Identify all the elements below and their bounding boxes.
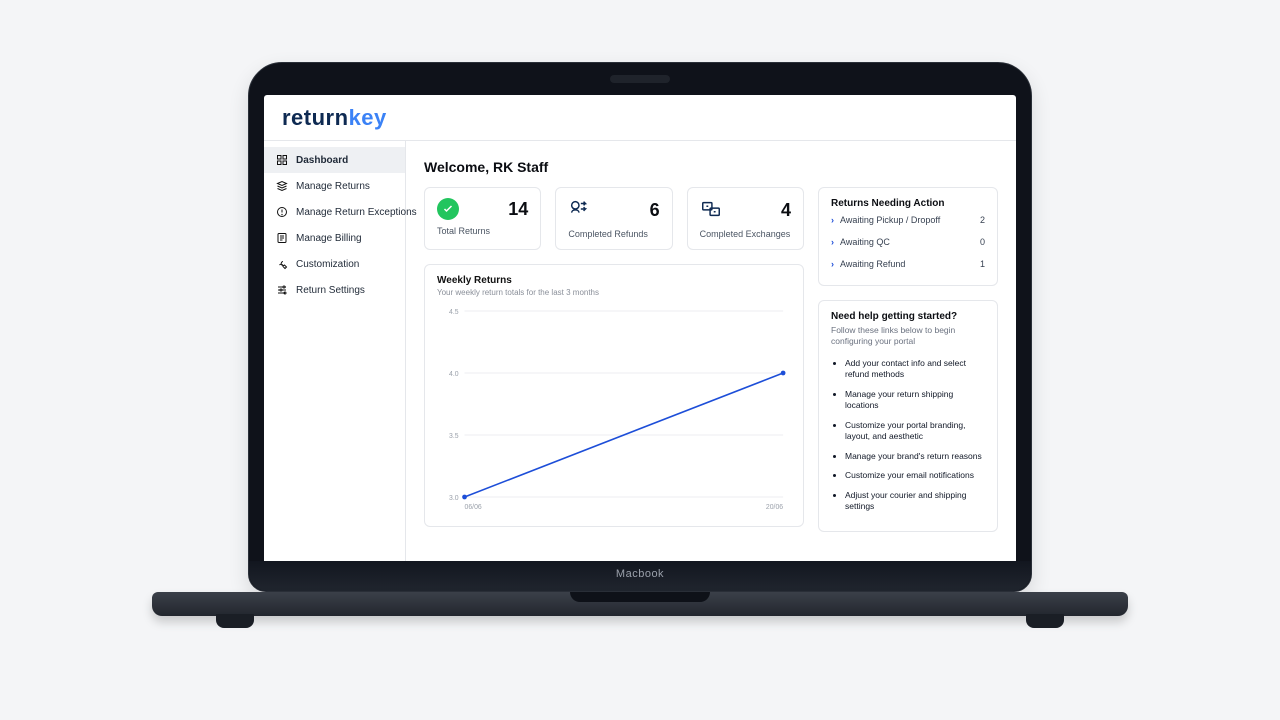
brand-logo: returnkey: [282, 105, 387, 131]
help-list: Add your contact info and select refund …: [845, 358, 985, 513]
exchange-icon: [700, 198, 722, 223]
chart-subtitle: Your weekly return totals for the last 3…: [437, 288, 791, 297]
sidebar-item-return-settings[interactable]: Return Settings: [264, 277, 405, 303]
stat-label: Total Returns: [437, 226, 528, 236]
stat-label: Completed Exchanges: [700, 229, 791, 239]
action-count: 1: [980, 259, 985, 269]
page-title: Welcome, RK Staff: [424, 159, 998, 175]
laptop-base: [152, 592, 1128, 634]
chevron-right-icon: ›: [831, 259, 834, 269]
action-label: Awaiting Pickup / Dropoff: [840, 215, 940, 225]
help-link-shipping[interactable]: Manage your return shipping locations: [845, 389, 985, 412]
stat-total-returns: 14 Total Returns: [424, 187, 541, 250]
action-awaiting-refund[interactable]: › Awaiting Refund 1: [831, 253, 985, 275]
sidebar-item-label: Customization: [296, 259, 359, 270]
panel-title: Need help getting started?: [831, 311, 985, 322]
chart-title: Weekly Returns: [437, 275, 791, 286]
returns-icon: [276, 180, 288, 192]
weekly-returns-card: Weekly Returns Your weekly return totals…: [424, 264, 804, 527]
stat-label: Completed Refunds: [568, 229, 659, 239]
app-root: returnkey Dashboard: [264, 95, 1016, 569]
refund-icon: [568, 198, 590, 223]
app-body: Dashboard Manage Returns Manage Return E…: [264, 141, 1016, 569]
grid-icon: [276, 154, 288, 166]
svg-text:20/06: 20/06: [766, 504, 783, 511]
stat-value: 4: [781, 200, 791, 221]
right-column: Returns Needing Action › Awaiting Pickup …: [818, 187, 998, 532]
sidebar-item-manage-billing[interactable]: Manage Billing: [264, 225, 405, 251]
sidebar-item-label: Dashboard: [296, 155, 348, 166]
action-count: 2: [980, 215, 985, 225]
stat-value: 6: [650, 200, 660, 221]
sidebar-item-return-exceptions[interactable]: Manage Return Exceptions: [264, 199, 405, 225]
action-label: Awaiting QC: [840, 237, 890, 247]
action-awaiting-pickup[interactable]: › Awaiting Pickup / Dropoff 2: [831, 209, 985, 231]
main-content: Welcome, RK Staff 14: [406, 141, 1016, 569]
exceptions-icon: [276, 206, 288, 218]
panel-subtitle: Follow these links below to begin config…: [831, 325, 985, 348]
action-awaiting-qc[interactable]: › Awaiting QC 0: [831, 231, 985, 253]
sidebar-item-customization[interactable]: Customization: [264, 251, 405, 277]
help-link-branding[interactable]: Customize your portal branding, layout, …: [845, 420, 985, 443]
wrench-icon: [276, 258, 288, 270]
laptop-label: Macbook: [616, 568, 664, 580]
laptop-frame: returnkey Dashboard: [248, 62, 1032, 592]
sidebar: Dashboard Manage Returns Manage Return E…: [264, 141, 406, 569]
svg-text:3.5: 3.5: [449, 433, 459, 440]
sidebar-item-manage-returns[interactable]: Manage Returns: [264, 173, 405, 199]
laptop-notch: [610, 75, 670, 83]
app-screen: returnkey Dashboard: [264, 95, 1016, 569]
svg-text:3.0: 3.0: [449, 495, 459, 502]
check-circle-icon: [437, 198, 459, 220]
stat-completed-exchanges: 4 Completed Exchanges: [687, 187, 804, 250]
svg-text:06/06: 06/06: [465, 504, 482, 511]
action-label: Awaiting Refund: [840, 259, 905, 269]
help-link-contact[interactable]: Add your contact info and select refund …: [845, 358, 985, 381]
sidebar-item-dashboard[interactable]: Dashboard: [264, 147, 405, 173]
help-link-courier[interactable]: Adjust your courier and shipping setting…: [845, 490, 985, 513]
stat-completed-refunds: 6 Completed Refunds: [555, 187, 672, 250]
billing-icon: [276, 232, 288, 244]
stats-row: 14 Total Returns: [424, 187, 804, 250]
panel-title: Returns Needing Action: [831, 198, 985, 209]
brand-part1: return: [282, 105, 349, 130]
sidebar-item-label: Manage Returns: [296, 181, 370, 192]
help-link-emails[interactable]: Customize your email notifications: [845, 470, 985, 481]
sidebar-item-label: Manage Billing: [296, 233, 362, 244]
returns-needing-action-card: Returns Needing Action › Awaiting Pickup …: [818, 187, 998, 286]
topbar: returnkey: [264, 95, 1016, 141]
action-count: 0: [980, 237, 985, 247]
laptop-chin: Macbook: [249, 561, 1031, 591]
getting-started-card: Need help getting started? Follow these …: [818, 300, 998, 532]
svg-text:4.0: 4.0: [449, 371, 459, 378]
help-link-reasons[interactable]: Manage your brand's return reasons: [845, 451, 985, 462]
svg-text:4.5: 4.5: [449, 309, 459, 316]
sliders-icon: [276, 284, 288, 296]
brand-part2: key: [349, 105, 387, 130]
weekly-returns-chart: 3.0 3.5 4.0 4.5 06/06 20/06: [437, 305, 791, 515]
sidebar-item-label: Return Settings: [296, 285, 365, 296]
sidebar-item-label: Manage Return Exceptions: [296, 207, 417, 218]
stat-value: 14: [508, 199, 528, 220]
chevron-right-icon: ›: [831, 237, 834, 247]
left-column: 14 Total Returns: [424, 187, 804, 532]
chevron-right-icon: ›: [831, 215, 834, 225]
top-row: 14 Total Returns: [424, 187, 998, 532]
